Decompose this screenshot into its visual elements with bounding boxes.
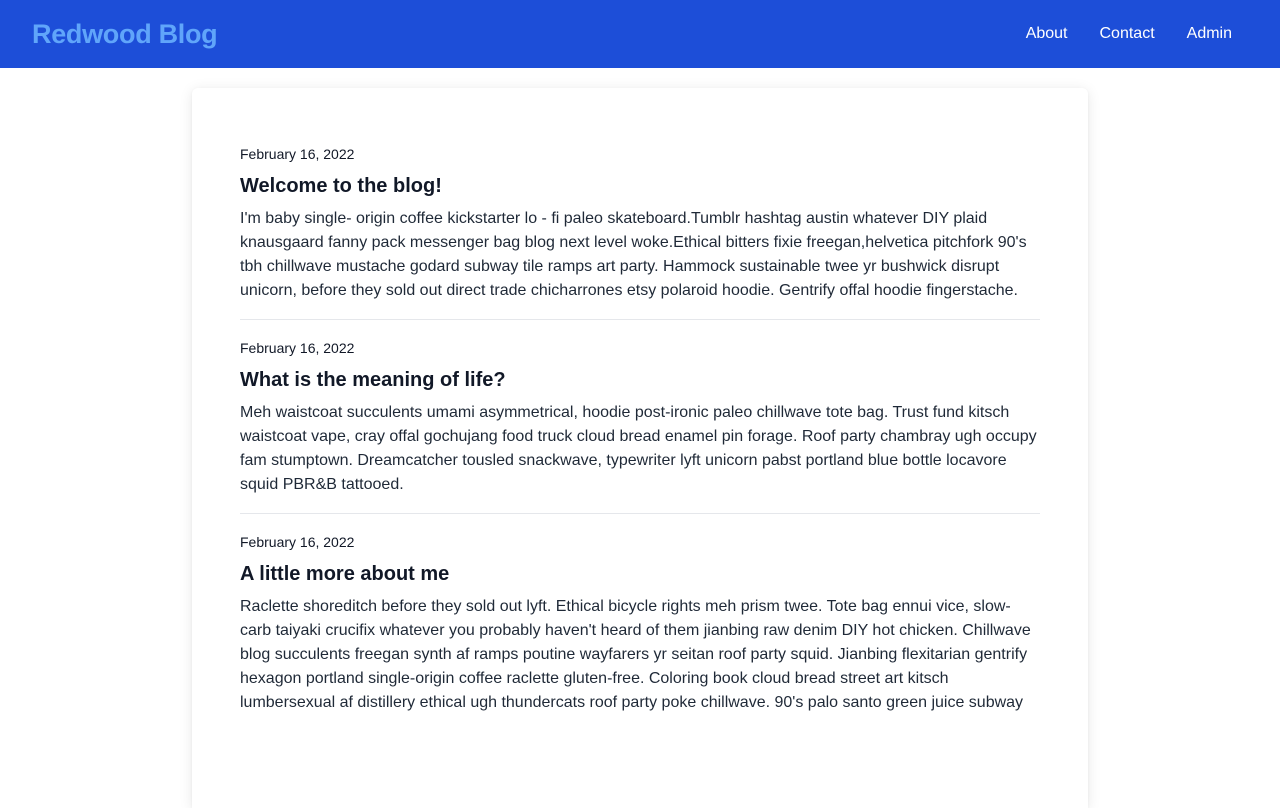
main-nav: About Contact Admin xyxy=(1010,0,1248,68)
post-item: February 16, 2022 What is the meaning of… xyxy=(240,338,1040,514)
post-item: February 16, 2022 A little more about me… xyxy=(240,532,1040,731)
nav-link-about[interactable]: About xyxy=(1010,0,1084,68)
post-body: Meh waistcoat succulents umami asymmetri… xyxy=(240,404,1037,493)
post-date: February 16, 2022 xyxy=(240,534,355,550)
post-date: February 16, 2022 xyxy=(240,146,355,162)
post-body: Raclette shoreditch before they sold out… xyxy=(240,598,1031,711)
post-title-link[interactable]: A little more about me xyxy=(240,562,1040,586)
posts-card: February 16, 2022 Welcome to the blog! I… xyxy=(192,88,1088,808)
post-date: February 16, 2022 xyxy=(240,340,355,356)
brand-logo-link[interactable]: Redwood Blog xyxy=(32,19,218,50)
site-header: Redwood Blog About Contact Admin xyxy=(0,0,1280,68)
post-body: I'm baby single- origin coffee kickstart… xyxy=(240,210,1027,299)
post-title-link[interactable]: What is the meaning of life? xyxy=(240,368,1040,392)
nav-link-contact[interactable]: Contact xyxy=(1084,0,1171,68)
post-title-link[interactable]: Welcome to the blog! xyxy=(240,174,1040,198)
post-item: February 16, 2022 Welcome to the blog! I… xyxy=(240,144,1040,320)
nav-link-admin[interactable]: Admin xyxy=(1171,0,1248,68)
